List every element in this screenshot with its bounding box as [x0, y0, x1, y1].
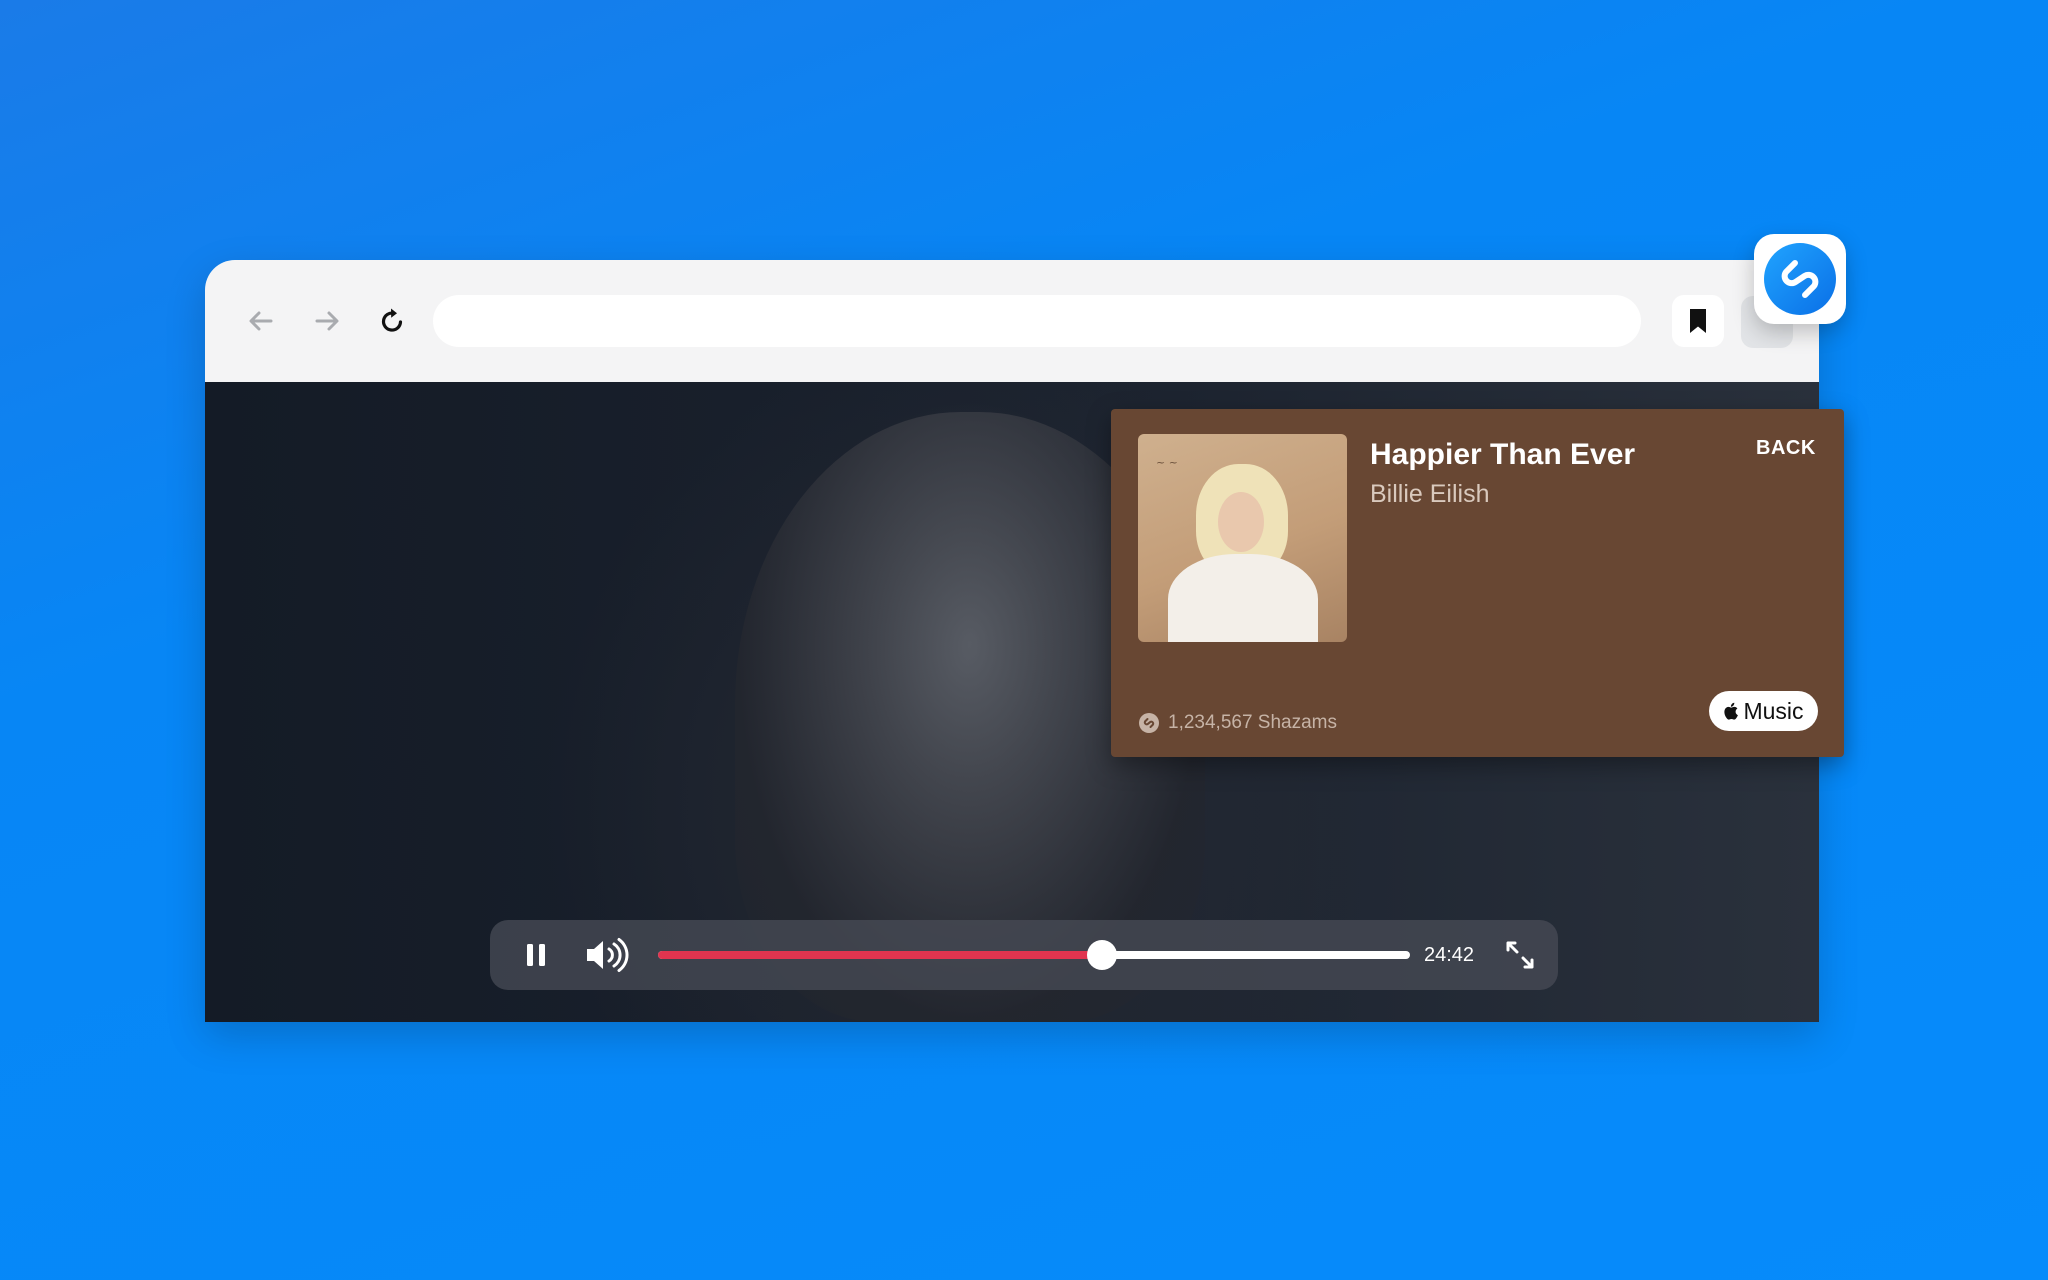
- pause-button[interactable]: [518, 937, 554, 973]
- pause-icon: [527, 944, 545, 966]
- arrow-right-icon: [315, 311, 339, 331]
- back-button[interactable]: [239, 299, 283, 343]
- song-title[interactable]: Happier Than Ever: [1370, 437, 1635, 473]
- player-controls: 24:42: [490, 920, 1558, 990]
- apple-music-label: Music: [1743, 697, 1804, 724]
- now-playing-card: ~ ~ Happier Than Ever Billie Eilish BACK…: [1111, 409, 1844, 757]
- bookmark-button[interactable]: [1672, 295, 1724, 347]
- shazam-count: 1,234,567 Shazams: [1138, 712, 1337, 734]
- shazam-count-text: 1,234,567 Shazams: [1168, 712, 1338, 733]
- apple-logo-icon: [1724, 702, 1739, 720]
- album-cover-face: [1218, 492, 1264, 552]
- shazam-small-icon: [1139, 713, 1159, 733]
- volume-icon: [587, 938, 629, 972]
- shazam-logo-icon: [1764, 243, 1836, 315]
- address-bar[interactable]: [433, 295, 1641, 347]
- progress-thumb[interactable]: [1086, 940, 1117, 970]
- forward-button[interactable]: [305, 299, 349, 343]
- progress-fill: [658, 951, 1102, 959]
- reload-icon: [381, 308, 403, 332]
- progress-bar[interactable]: [658, 940, 1410, 970]
- time-display: 24:42: [1424, 944, 1475, 966]
- reload-button[interactable]: [370, 299, 414, 343]
- back-link[interactable]: BACK: [1756, 437, 1816, 460]
- fullscreen-button[interactable]: [1502, 937, 1538, 973]
- album-cover[interactable]: ~ ~: [1138, 434, 1347, 642]
- browser-toolbar: [205, 260, 1819, 382]
- shazam-extension-button[interactable]: [1754, 234, 1846, 324]
- apple-music-button[interactable]: Music: [1709, 691, 1818, 731]
- album-cover-script: ~ ~: [1156, 456, 1178, 469]
- fullscreen-icon: [1506, 941, 1534, 969]
- album-cover-body: [1168, 554, 1318, 642]
- bookmark-icon: [1690, 309, 1706, 333]
- arrow-left-icon: [249, 311, 273, 331]
- song-artist[interactable]: Billie Eilish: [1370, 479, 1489, 509]
- volume-button[interactable]: [583, 935, 631, 975]
